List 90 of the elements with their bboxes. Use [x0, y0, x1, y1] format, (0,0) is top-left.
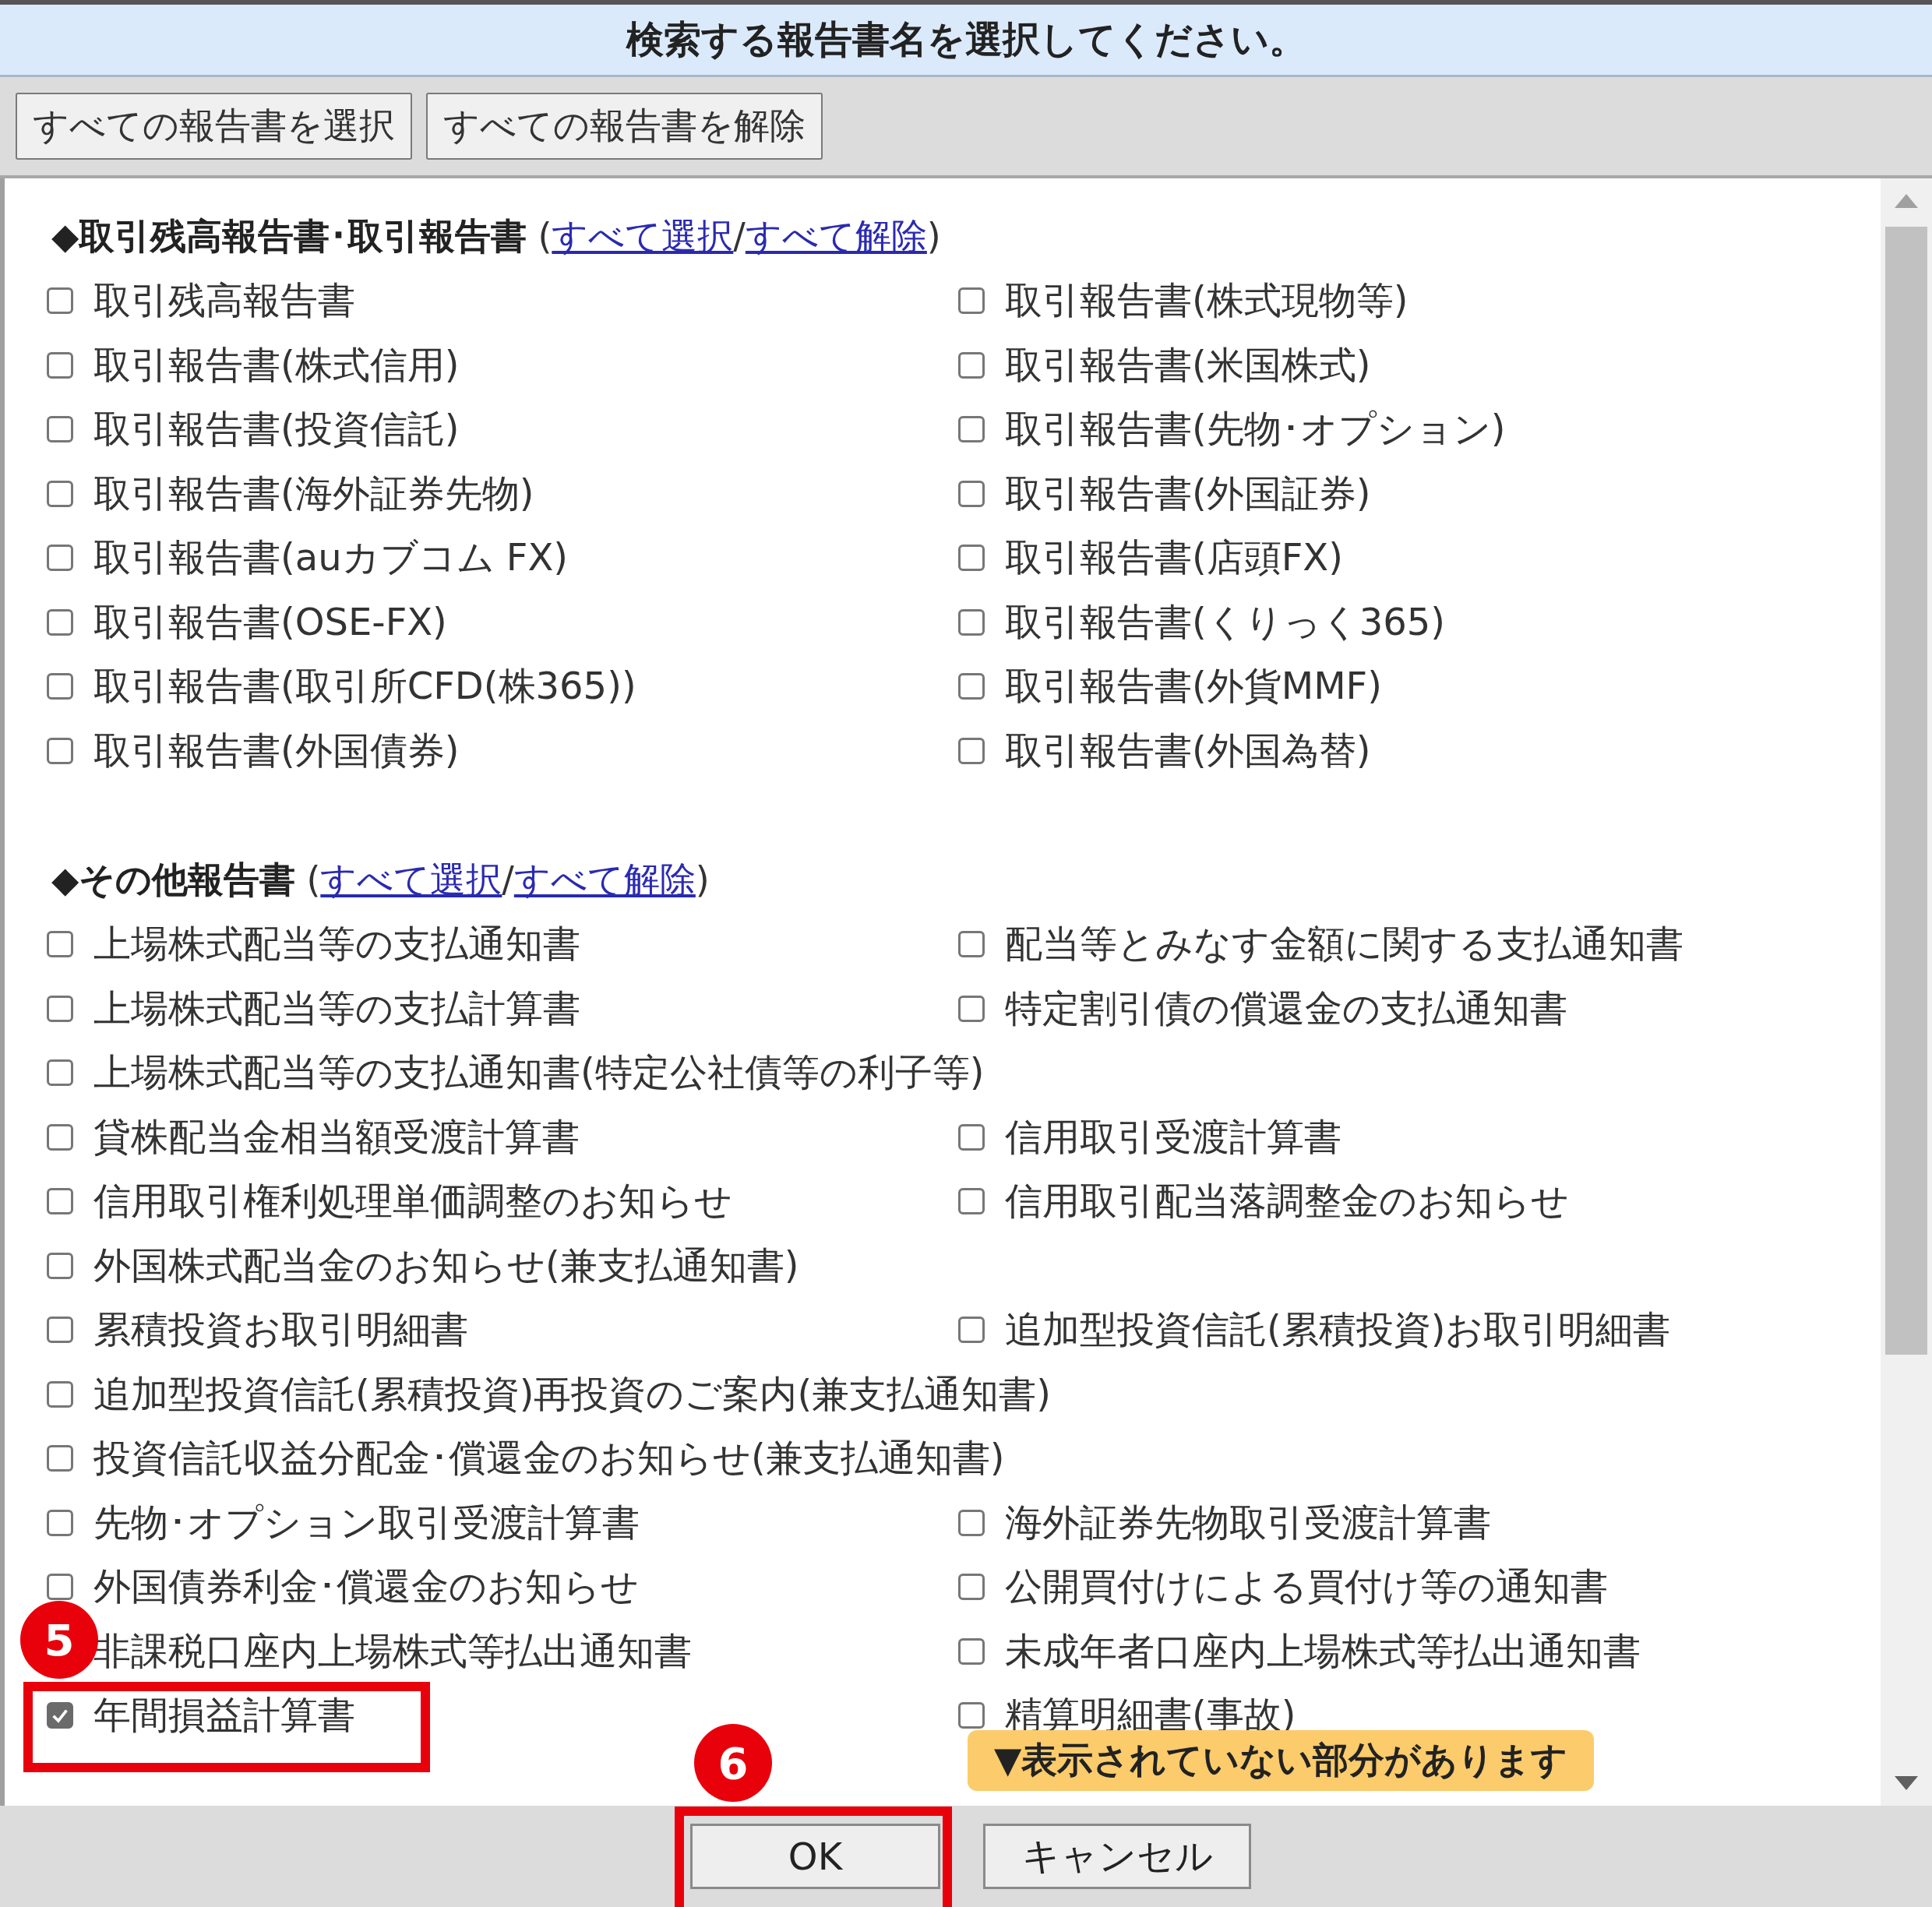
report-option-label: 投資信託収益分配金･償還金のお知らせ(兼支払通知書) [93, 1435, 1005, 1482]
report-option-label: 累積投資お取引明細書 [93, 1306, 468, 1353]
checkbox[interactable] [47, 1317, 73, 1344]
checkbox[interactable] [47, 480, 73, 507]
section-heading: ◆取引残高報告書･取引報告書 [51, 214, 527, 259]
checkbox[interactable] [958, 1123, 985, 1151]
report-option-label: 取引報告書(取引所CFD(株365)) [93, 663, 636, 710]
notice-banner: ▼表示されていない部分があります [968, 1730, 1595, 1791]
report-option-label: 信用取引権利処理単価調整のお知らせ [93, 1178, 732, 1225]
checkbox[interactable] [47, 737, 73, 764]
checkbox[interactable] [958, 480, 985, 507]
checkbox[interactable] [47, 1509, 73, 1536]
select-all-link[interactable]: すべて選択 [552, 215, 734, 257]
report-option-label: 取引報告書(外国為替) [1005, 727, 1371, 774]
checkbox[interactable] [958, 545, 985, 572]
report-option-label: 未成年者口座内上場株式等払出通知書 [1005, 1627, 1641, 1674]
checkbox[interactable] [958, 737, 985, 764]
report-option-label: 取引報告書(株式現物等) [1005, 277, 1408, 324]
report-option-label: 特定割引債の償還金の支払通知書 [1005, 985, 1567, 1031]
checkbox[interactable] [958, 1702, 985, 1729]
report-option-label: 海外証券先物取引受渡計算書 [1005, 1499, 1491, 1546]
checkbox[interactable] [958, 1574, 985, 1601]
deselect-all-link[interactable]: すべて解除 [513, 858, 696, 901]
report-option-label: 取引報告書(auカブコム FX) [93, 534, 569, 581]
checkbox[interactable] [958, 673, 985, 700]
report-option-label: 年間損益計算書 [93, 1692, 355, 1739]
link-group-text: (すべて選択/すべて解除) [538, 214, 941, 259]
report-option-label: 取引報告書(くりっく365) [1005, 598, 1446, 645]
deselect-all-link[interactable]: すべて解除 [745, 215, 927, 257]
scroll-up-icon[interactable] [1895, 194, 1918, 208]
section-heading: ◆その他報告書 [51, 858, 296, 902]
checkbox[interactable] [47, 1059, 73, 1087]
report-option-label: 配当等とみなす金額に関する支払通知書 [1005, 921, 1683, 968]
checkbox[interactable] [47, 1252, 73, 1279]
checkbox[interactable] [958, 1509, 985, 1536]
checkbox[interactable] [958, 1317, 985, 1344]
scroll-down-icon[interactable] [1895, 1776, 1918, 1790]
checkbox[interactable] [958, 608, 985, 636]
checkbox[interactable] [958, 416, 985, 443]
checkbox[interactable] [958, 1188, 985, 1215]
link-group-text: (すべて選択/すべて解除) [306, 858, 710, 902]
report-option-label: 取引報告書(外国証券) [1005, 470, 1371, 516]
report-option-label: 上場株式配当等の支払通知書 [93, 921, 580, 968]
report-option-label: 取引報告書(株式信用) [93, 341, 460, 388]
checkbox[interactable] [958, 931, 985, 958]
report-option-label: 追加型投資信託(累積投資)お取引明細書 [1005, 1306, 1671, 1353]
report-option-label: 取引報告書(海外証券先物) [93, 470, 534, 516]
report-option-label: 先物･オプション取引受渡計算書 [93, 1499, 640, 1546]
ok-button[interactable]: OK [690, 1824, 940, 1889]
report-option-label: 取引報告書(店頭FX) [1005, 534, 1343, 581]
report-option-label: 取引報告書(米国株式) [1005, 341, 1371, 388]
checkbox[interactable] [47, 931, 73, 958]
select-all-link[interactable]: すべて選択 [320, 858, 502, 901]
report-option-label: 取引報告書(OSE-FX) [93, 598, 447, 645]
checkbox[interactable] [47, 287, 73, 315]
toolbar-button[interactable]: すべての報告書を選択 [16, 93, 412, 160]
checkbox[interactable] [47, 1380, 73, 1408]
checkbox[interactable] [47, 1574, 73, 1601]
checkbox[interactable] [958, 995, 985, 1022]
checkbox[interactable] [47, 608, 73, 636]
checkbox[interactable] [958, 1637, 985, 1665]
checkbox[interactable] [47, 995, 73, 1022]
report-option-label: 上場株式配当等の支払通知書(特定公社債等の利子等) [93, 1049, 985, 1096]
checkbox[interactable] [47, 673, 73, 700]
checkbox[interactable] [47, 545, 73, 572]
report-option-label: 外国株式配当金のお知らせ(兼支払通知書) [93, 1242, 799, 1288]
scrollbar-thumb[interactable] [1885, 227, 1927, 1355]
toolbar-button[interactable]: すべての報告書を解除 [426, 93, 823, 160]
cancel-button[interactable]: キャンセル [983, 1824, 1251, 1889]
checkbox[interactable] [958, 287, 985, 315]
report-option-label: 取引報告書(外貨MMF) [1005, 663, 1382, 710]
report-option-label: 追加型投資信託(累積投資)再投資のご案内(兼支払通知書) [93, 1370, 1051, 1417]
report-option-label: 取引報告書(投資信託) [93, 406, 460, 453]
report-option-label: 取引報告書(外国債券) [93, 727, 460, 774]
checkbox[interactable] [958, 351, 985, 379]
scrollbar[interactable] [1881, 178, 1932, 1806]
report-option-label: 貸株配当金相当額受渡計算書 [93, 1113, 580, 1160]
report-option-label: 信用取引受渡計算書 [1005, 1113, 1341, 1160]
report-option-label: 上場株式配当等の支払計算書 [93, 985, 580, 1031]
checkbox[interactable] [47, 1188, 73, 1215]
report-option-label: 取引報告書(先物･オプション) [1005, 406, 1506, 453]
dialog-title: 検索する報告書名を選択してください。 [0, 5, 1932, 77]
checkbox[interactable] [47, 1702, 73, 1729]
report-option-label: 公開買付けによる買付け等の通知書 [1005, 1563, 1608, 1610]
checkbox[interactable] [47, 416, 73, 443]
report-option-label: 取引残高報告書 [93, 277, 355, 324]
checkbox[interactable] [47, 351, 73, 379]
checkbox[interactable] [47, 1445, 73, 1472]
checkbox[interactable] [47, 1123, 73, 1151]
report-option-label: 信用取引配当落調整金のお知らせ [1005, 1178, 1569, 1225]
